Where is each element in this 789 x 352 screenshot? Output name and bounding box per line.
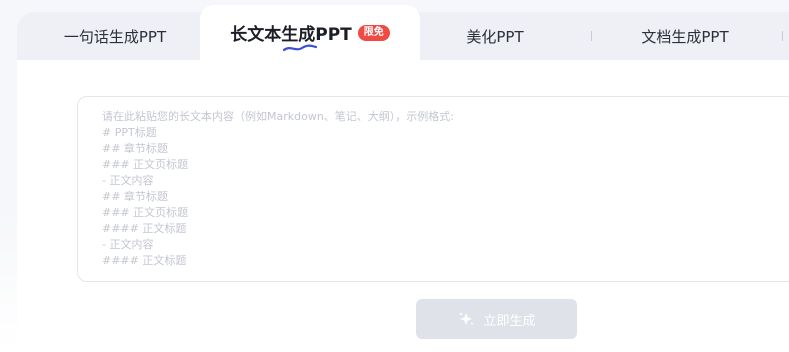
placeholder-line: #### 正文标题 xyxy=(102,222,187,235)
content-area: 请在此粘贴您的长文本内容（例如Markdown、笔记、大纲），示例格式: # P… xyxy=(17,60,789,352)
ppt-generator-panel: 一句话生成PPT 长文本生成PPT 限免 美化PPT 文档生成PPT 请在此粘贴… xyxy=(0,0,789,352)
placeholder-line: ## 章节标题 xyxy=(102,142,168,155)
placeholder-line: ## 章节标题 xyxy=(102,190,168,203)
tab-one-sentence-ppt[interactable]: 一句话生成PPT xyxy=(40,12,190,60)
active-tab-underline xyxy=(283,44,318,52)
generate-button-label: 立即生成 xyxy=(483,313,536,329)
tab-label: 文档生成PPT xyxy=(641,27,729,46)
placeholder-line: - 正文内容 xyxy=(102,174,154,187)
placeholder-line: #### 正文标题 xyxy=(102,254,187,267)
tab-beautify-ppt[interactable]: 美化PPT xyxy=(420,12,570,60)
tab-label: 美化PPT xyxy=(466,27,524,46)
placeholder-line: ### 正文页标题 xyxy=(102,158,189,171)
tab-divider xyxy=(591,31,592,41)
tab-label: 长文本生成PPT xyxy=(230,25,352,45)
tab-divider xyxy=(782,31,783,41)
free-badge: 限免 xyxy=(357,24,390,41)
generate-button[interactable]: 立即生成 xyxy=(416,299,577,339)
tab-long-text-ppt[interactable]: 长文本生成PPT 限免 xyxy=(200,5,420,60)
tab-label: 一句话生成PPT xyxy=(63,27,167,46)
placeholder-line: - 正文内容 xyxy=(102,238,154,251)
long-text-input[interactable]: 请在此粘贴您的长文本内容（例如Markdown、笔记、大纲），示例格式: # P… xyxy=(77,96,789,282)
placeholder-line: 请在此粘贴您的长文本内容（例如Markdown、笔记、大纲），示例格式: xyxy=(102,110,455,123)
placeholder-line: # PPT标题 xyxy=(102,126,157,139)
placeholder-line: ### 正文页标题 xyxy=(102,206,189,219)
sparkle-icon xyxy=(457,311,475,327)
tab-document-ppt[interactable]: 文档生成PPT xyxy=(600,12,770,60)
